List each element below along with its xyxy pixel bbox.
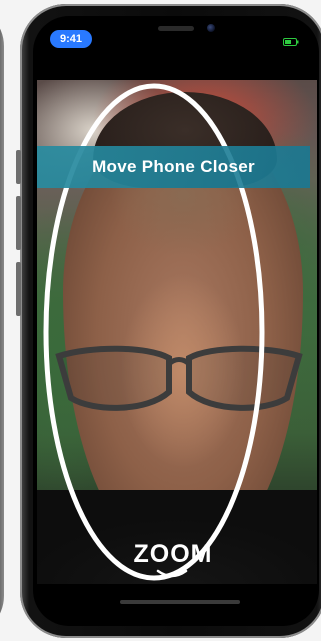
- home-indicator[interactable]: [120, 600, 240, 604]
- move-closer-prompt: Move Phone Closer: [37, 146, 310, 188]
- logo-smile-icon: [156, 569, 188, 578]
- adjacent-phone-edge: [0, 6, 4, 636]
- volume-up-button: [16, 196, 21, 250]
- volume-down-button: [16, 262, 21, 316]
- device-showcase: 9:41 Move Phone Closer ZOOM: [0, 0, 321, 641]
- status-time: 9:41: [50, 30, 92, 48]
- mute-switch: [16, 150, 21, 184]
- battery-icon: [283, 38, 299, 46]
- earpiece-speaker: [158, 26, 194, 31]
- front-camera-icon: [207, 24, 215, 32]
